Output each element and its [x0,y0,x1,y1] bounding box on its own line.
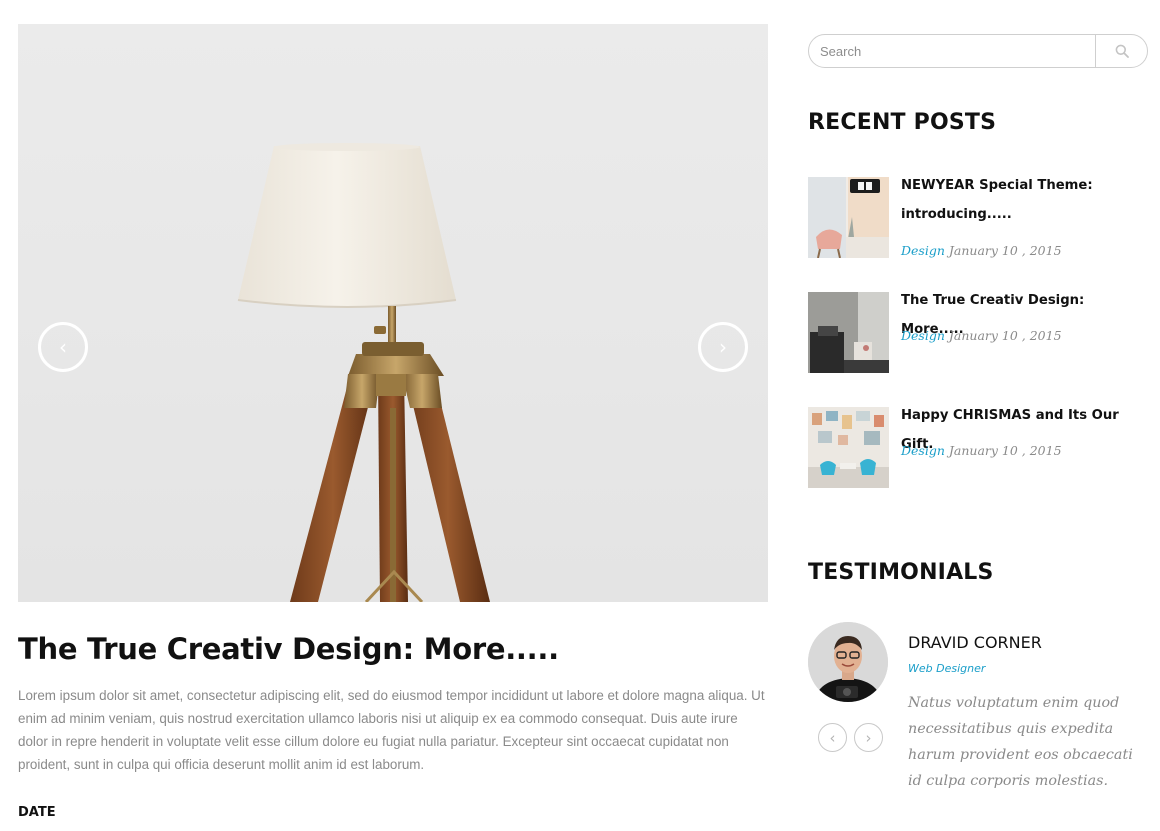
recent-post-thumbnail[interactable] [808,177,889,258]
slider-next-button[interactable]: › [698,322,748,372]
recent-post-title[interactable]: NEWYEAR Special Theme: introducing..... [901,171,1151,229]
testimonials-heading: TESTIMONIALS [808,560,994,585]
recent-post-item: The True Creativ Design: More..... Desig… [808,292,1153,374]
testimonial-name: DRAVID CORNER [908,633,1042,652]
testimonial-quote: Natus voluptatum enim quod necessitatibu… [908,695,1133,789]
recent-post-date: January 10 , 2015 [948,243,1062,258]
chevron-left-icon: ‹ [59,335,67,359]
search-button[interactable] [1095,35,1147,67]
recent-post-date: January 10 , 2015 [948,328,1062,343]
chevron-left-icon: ‹ [829,728,836,747]
recent-post-category[interactable]: Design [901,328,945,343]
floor-lamp-image [237,143,490,602]
recent-post-thumbnail[interactable] [808,407,889,488]
slider-prev-button[interactable]: ‹ [38,322,88,372]
recent-post-category[interactable]: Design [901,243,945,258]
recent-post-date: January 10 , 2015 [948,443,1062,458]
search-icon [1115,44,1129,58]
recent-post-thumbnail[interactable] [808,292,889,373]
post-title[interactable]: The True Creativ Design: More..... [18,632,768,666]
testimonial-prev-button[interactable]: ‹ [818,723,847,752]
testimonial-next-button[interactable]: › [854,723,883,752]
recent-post-item: NEWYEAR Special Theme: introducing..... … [808,177,1153,259]
search-input[interactable] [809,35,1095,67]
recent-post-meta: Design January 10 , 2015 [901,443,1062,458]
recent-posts-heading: RECENT POSTS [808,110,997,135]
chevron-right-icon: › [719,335,727,359]
testimonial-avatar [808,622,888,702]
recent-post-category[interactable]: Design [901,443,945,458]
featured-image-slider: ‹ › [18,24,768,602]
post-date-heading: DATE [18,805,56,820]
search-box [808,34,1148,68]
testimonial-role: Web Designer [908,662,986,675]
recent-post-meta: Design January 10 , 2015 [901,243,1062,258]
post-excerpt: Lorem ipsum dolor sit amet, consectetur … [18,688,765,772]
recent-post-item: Happy CHRISMAS and Its Our Gift. Design … [808,407,1153,489]
chevron-right-icon: › [865,728,872,747]
recent-post-meta: Design January 10 , 2015 [901,328,1062,343]
